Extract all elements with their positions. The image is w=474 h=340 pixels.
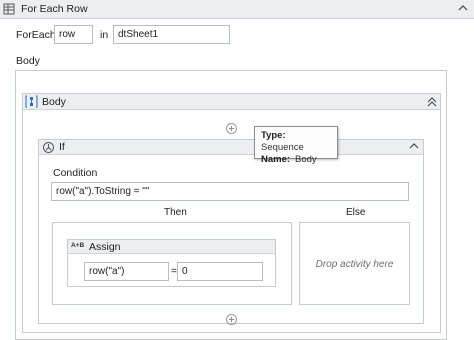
activity-tooltip: Type:Sequence Name: Body	[254, 126, 338, 165]
assign-icon: A+B	[71, 242, 85, 249]
tooltip-name-label: Name:	[261, 154, 291, 165]
in-label: in	[100, 29, 109, 41]
item-variable-field[interactable]: row	[54, 25, 93, 44]
assign-header[interactable]: A+B Assign	[68, 240, 275, 254]
body-label: Body	[16, 55, 40, 67]
if-title: If	[59, 141, 65, 153]
else-placeholder: Drop activity here	[315, 259, 394, 270]
condition-field[interactable]: row("a").ToString = ""	[51, 182, 409, 201]
equals-sign: =	[171, 266, 177, 277]
condition-label: Condition	[53, 167, 98, 179]
sequence-title: Body	[42, 96, 66, 108]
assign-title: Assign	[89, 241, 121, 253]
foreach-title: For Each Row	[21, 3, 88, 15]
add-activity-icon[interactable]	[226, 314, 237, 325]
collapse-chevron-icon[interactable]	[409, 142, 419, 152]
if-header[interactable]: If	[39, 140, 423, 155]
tooltip-type-label: Type:	[261, 130, 286, 141]
if-icon	[42, 141, 55, 154]
sequence-header[interactable]: Body	[23, 94, 440, 110]
foreach-label: ForEach	[16, 29, 56, 41]
foreach-activity-icon	[3, 3, 15, 15]
sequence-icon	[25, 95, 38, 108]
add-activity-icon[interactable]	[226, 123, 237, 134]
collection-field[interactable]: dtSheet1	[113, 25, 230, 44]
tooltip-type-value: Sequence	[261, 142, 304, 153]
collapse-chevron-icon[interactable]	[458, 4, 468, 14]
assign-to-field[interactable]: row("a")	[84, 262, 169, 281]
collapse-chevron-icon[interactable]	[427, 97, 437, 107]
then-label: Then	[164, 207, 187, 218]
foreach-header[interactable]: For Each Row	[0, 0, 474, 19]
assign-value-field[interactable]: 0	[177, 262, 263, 281]
else-label: Else	[346, 207, 366, 218]
tooltip-name-value: Body	[295, 154, 317, 165]
